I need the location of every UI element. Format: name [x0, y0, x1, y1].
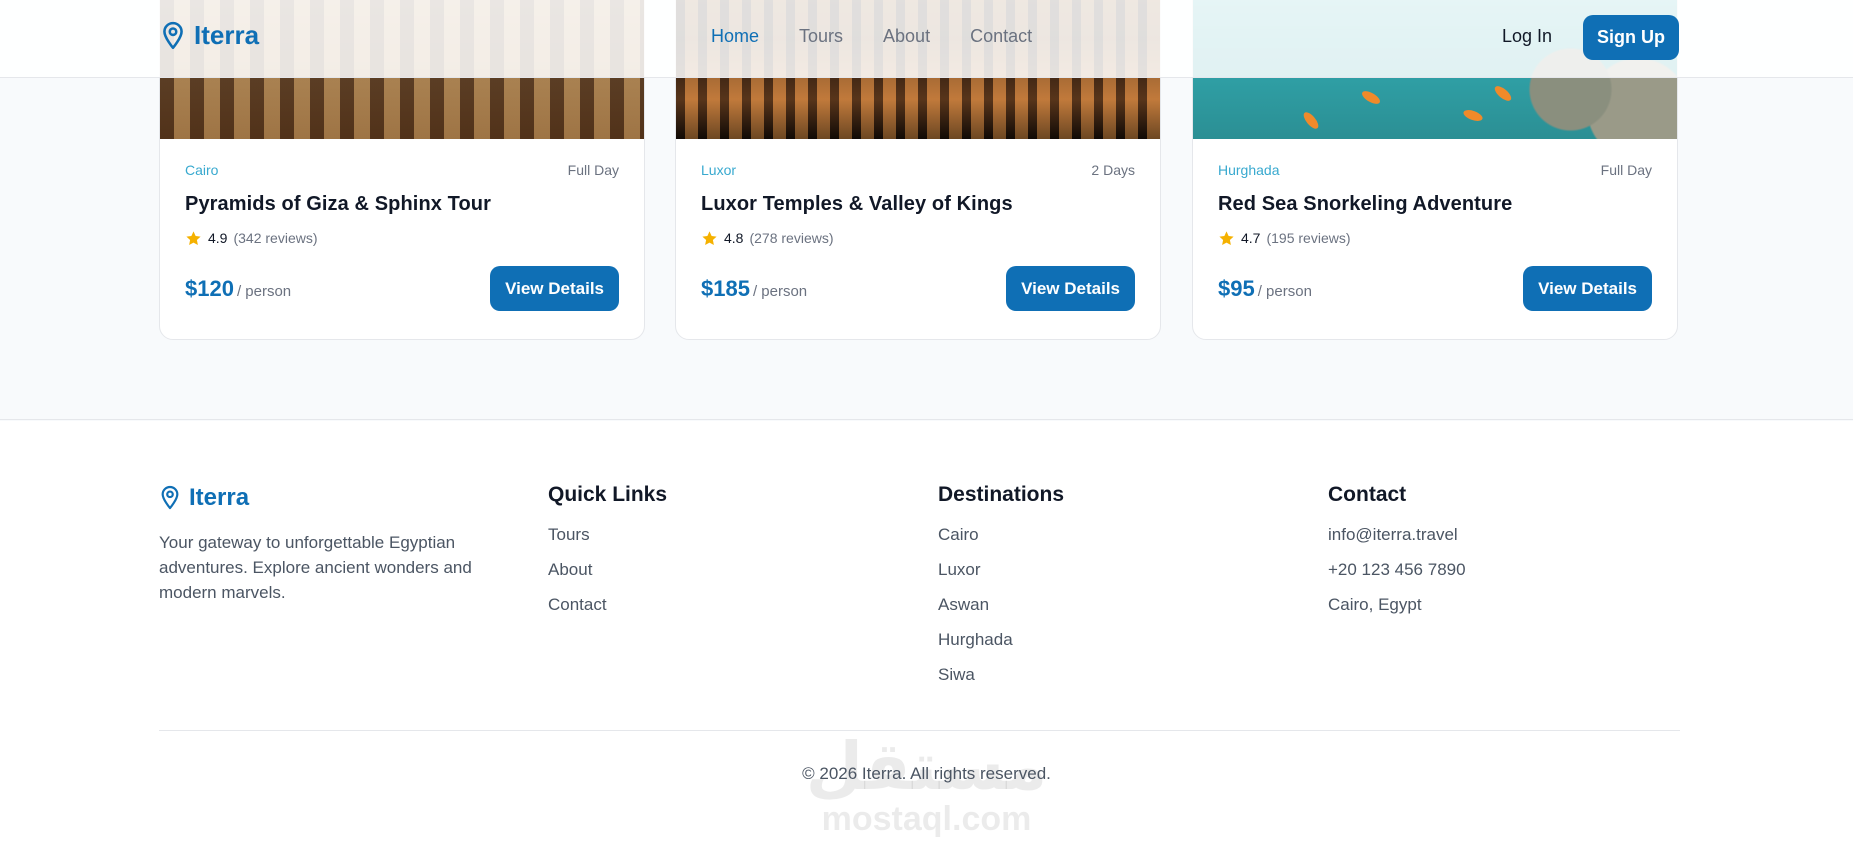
footer-description: Your gateway to unforgettable Egyptian a…	[159, 533, 472, 602]
tour-title[interactable]: Red Sea Snorkeling Adventure	[1218, 193, 1652, 216]
footer-link-contact[interactable]: Contact	[548, 595, 667, 630]
price-unit: / person	[752, 282, 808, 300]
fish-decoration	[1462, 107, 1484, 124]
watermark-latin: mostaql.com	[821, 800, 1032, 838]
footer-logo[interactable]: Iterra	[159, 484, 519, 512]
tour-title[interactable]: Pyramids of Giza & Sphinx Tour	[185, 193, 619, 216]
site-footer: Iterra Your gateway to unforgettable Egy…	[0, 421, 1853, 843]
tour-price: $95/ person	[1218, 276, 1312, 302]
rating-value: 4.8	[724, 230, 744, 246]
price-unit: / person	[1257, 282, 1312, 300]
footer-brand-name: Iterra	[189, 484, 250, 511]
fish-decoration	[1492, 83, 1514, 104]
footer-link-siwa[interactable]: Siwa	[938, 665, 1064, 700]
price-value: $185	[701, 275, 750, 301]
price-value: $95	[1218, 275, 1255, 301]
rating-value: 4.9	[208, 230, 228, 246]
tour-price: $120/ person	[185, 276, 291, 302]
copyright-text: © 2026 Iterra. All rights reserved.	[802, 764, 1051, 783]
footer-divider	[159, 730, 1680, 731]
nav-tours[interactable]: Tours	[799, 26, 843, 47]
star-icon	[1219, 230, 1234, 245]
star-icon	[702, 230, 717, 245]
contact-address: Cairo, Egypt	[1328, 595, 1422, 614]
rating-value: 4.7	[1241, 230, 1261, 246]
tour-rating: 4.7 (195 reviews)	[1218, 228, 1652, 248]
review-count: (278 reviews)	[749, 230, 834, 246]
brand-logo[interactable]: Iterra	[160, 20, 259, 51]
tour-location: Luxor	[701, 162, 737, 178]
tour-duration: Full Day	[567, 162, 619, 178]
signup-button[interactable]: Sign Up	[1583, 15, 1679, 60]
tour-location: Hurghada	[1218, 162, 1280, 178]
review-count: (195 reviews)	[1266, 230, 1351, 246]
view-details-button[interactable]: View Details	[1006, 266, 1135, 311]
tour-duration: Full Day	[1600, 162, 1652, 178]
login-link[interactable]: Log In	[1502, 26, 1552, 47]
footer-heading: Destinations	[938, 483, 1065, 506]
contact-phone[interactable]: +20 123 456 7890	[1328, 560, 1466, 595]
tour-rating: 4.9 (342 reviews)	[185, 228, 619, 248]
view-details-button[interactable]: View Details	[490, 266, 619, 311]
footer-heading: Contact	[1328, 483, 1407, 506]
price-value: $120	[185, 275, 234, 301]
footer-brand: Iterra Your gateway to unforgettable Egy…	[159, 483, 519, 605]
site-header: Iterra Home Tours About Contact Log In S…	[0, 0, 1853, 78]
watermark: مستقل mostaql.com	[0, 734, 1853, 838]
tour-price: $185/ person	[701, 276, 807, 302]
map-pin-icon	[161, 485, 179, 510]
brand-name: Iterra	[194, 20, 260, 50]
footer-link-hurghada[interactable]: Hurghada	[938, 630, 1064, 665]
footer-destinations: Destinations Cairo Luxor Aswan Hurghada …	[938, 483, 1064, 700]
contact-email[interactable]: info@iterra.travel	[1328, 525, 1466, 560]
fish-decoration	[1301, 109, 1321, 132]
footer-link-luxor[interactable]: Luxor	[938, 560, 1064, 595]
footer-link-about[interactable]: About	[548, 560, 667, 595]
footer-contact: Contact info@iterra.travel +20 123 456 7…	[1328, 483, 1466, 630]
footer-link-tours[interactable]: Tours	[548, 525, 667, 560]
tour-title[interactable]: Luxor Temples & Valley of Kings	[701, 193, 1135, 216]
nav-about[interactable]: About	[883, 26, 930, 47]
footer-heading: Quick Links	[548, 483, 668, 506]
map-pin-icon	[163, 21, 183, 49]
price-unit: / person	[236, 282, 292, 300]
fish-decoration	[1360, 88, 1382, 107]
tour-location: Cairo	[185, 162, 219, 178]
tour-rating: 4.8 (278 reviews)	[701, 228, 1135, 248]
main-nav: Home Tours About Contact	[711, 26, 1032, 47]
nav-home[interactable]: Home	[711, 26, 759, 47]
nav-contact[interactable]: Contact	[970, 26, 1032, 47]
review-count: (342 reviews)	[233, 230, 318, 246]
view-details-button[interactable]: View Details	[1523, 266, 1652, 311]
footer-link-aswan[interactable]: Aswan	[938, 595, 1064, 630]
tour-duration: 2 Days	[1091, 162, 1135, 178]
star-icon	[186, 230, 201, 245]
footer-link-cairo[interactable]: Cairo	[938, 525, 1064, 560]
footer-quick-links: Quick Links Tours About Contact	[548, 483, 667, 630]
